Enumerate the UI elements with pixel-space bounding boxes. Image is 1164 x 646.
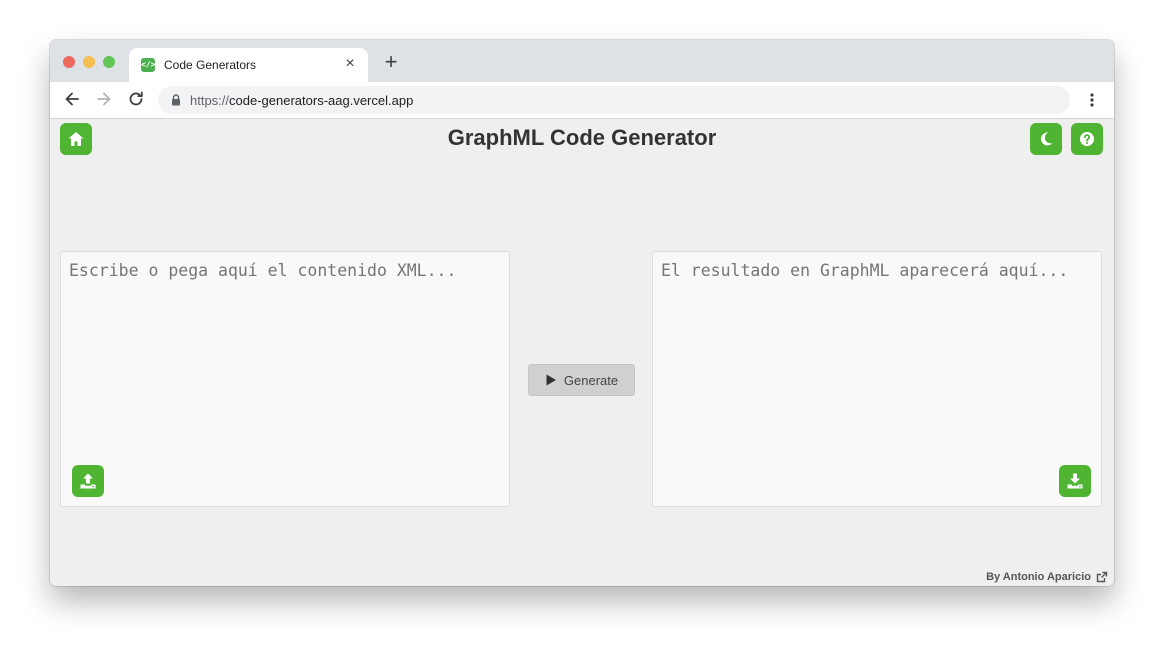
xml-input-textarea[interactable] [61, 252, 509, 506]
question-icon [1080, 132, 1094, 146]
browser-window: </> Code Generators × + https://code-gen… [50, 40, 1114, 586]
reload-icon[interactable] [125, 88, 147, 110]
external-link-icon [1096, 571, 1108, 583]
tab-title: Code Generators [164, 58, 257, 72]
play-icon [546, 374, 556, 386]
moon-icon [1040, 132, 1053, 146]
new-tab-button[interactable]: + [381, 51, 401, 75]
maximize-window-button[interactable] [103, 56, 115, 68]
lock-icon [172, 94, 180, 106]
download-button[interactable] [1059, 465, 1091, 497]
tab-strip: </> Code Generators × + [50, 40, 1114, 82]
upload-button[interactable] [72, 465, 104, 497]
url-scheme: https:// [190, 93, 230, 108]
download-icon [1067, 473, 1083, 489]
url-host: code-generators-aag.vercel.app [229, 93, 414, 108]
back-arrow-icon[interactable] [61, 88, 83, 110]
tab-code-generators[interactable]: </> Code Generators × [129, 48, 368, 82]
code-favicon-icon: </> [141, 58, 155, 72]
app-page: GraphML Code Generator Escribe o pega aq… [50, 119, 1114, 586]
forward-arrow-icon[interactable] [93, 88, 115, 110]
graphml-output-panel [652, 251, 1102, 507]
author-credit: By Antonio Aparicio [986, 571, 1091, 583]
generate-button[interactable]: Generate [528, 364, 635, 396]
url-text: https://code-generators-aag.vercel.app [190, 93, 413, 108]
upload-icon [80, 473, 96, 489]
theme-toggle-button[interactable] [1030, 123, 1062, 155]
close-window-button[interactable] [63, 56, 75, 68]
graphml-output-textarea[interactable] [653, 252, 1101, 506]
tab-close-icon[interactable]: × [342, 54, 358, 74]
xml-input-panel [60, 251, 510, 507]
browser-menu-icon[interactable] [1083, 91, 1101, 109]
author-footer[interactable]: By Antonio Aparicio [986, 571, 1108, 583]
generate-label: Generate [563, 372, 619, 388]
help-button[interactable] [1071, 123, 1103, 155]
page-title: GraphML Code Generator [447, 125, 717, 150]
address-bar[interactable]: https://code-generators-aag.vercel.app [158, 86, 1070, 114]
minimize-window-button[interactable] [83, 56, 95, 68]
browser-toolbar: https://code-generators-aag.vercel.app [50, 82, 1114, 119]
